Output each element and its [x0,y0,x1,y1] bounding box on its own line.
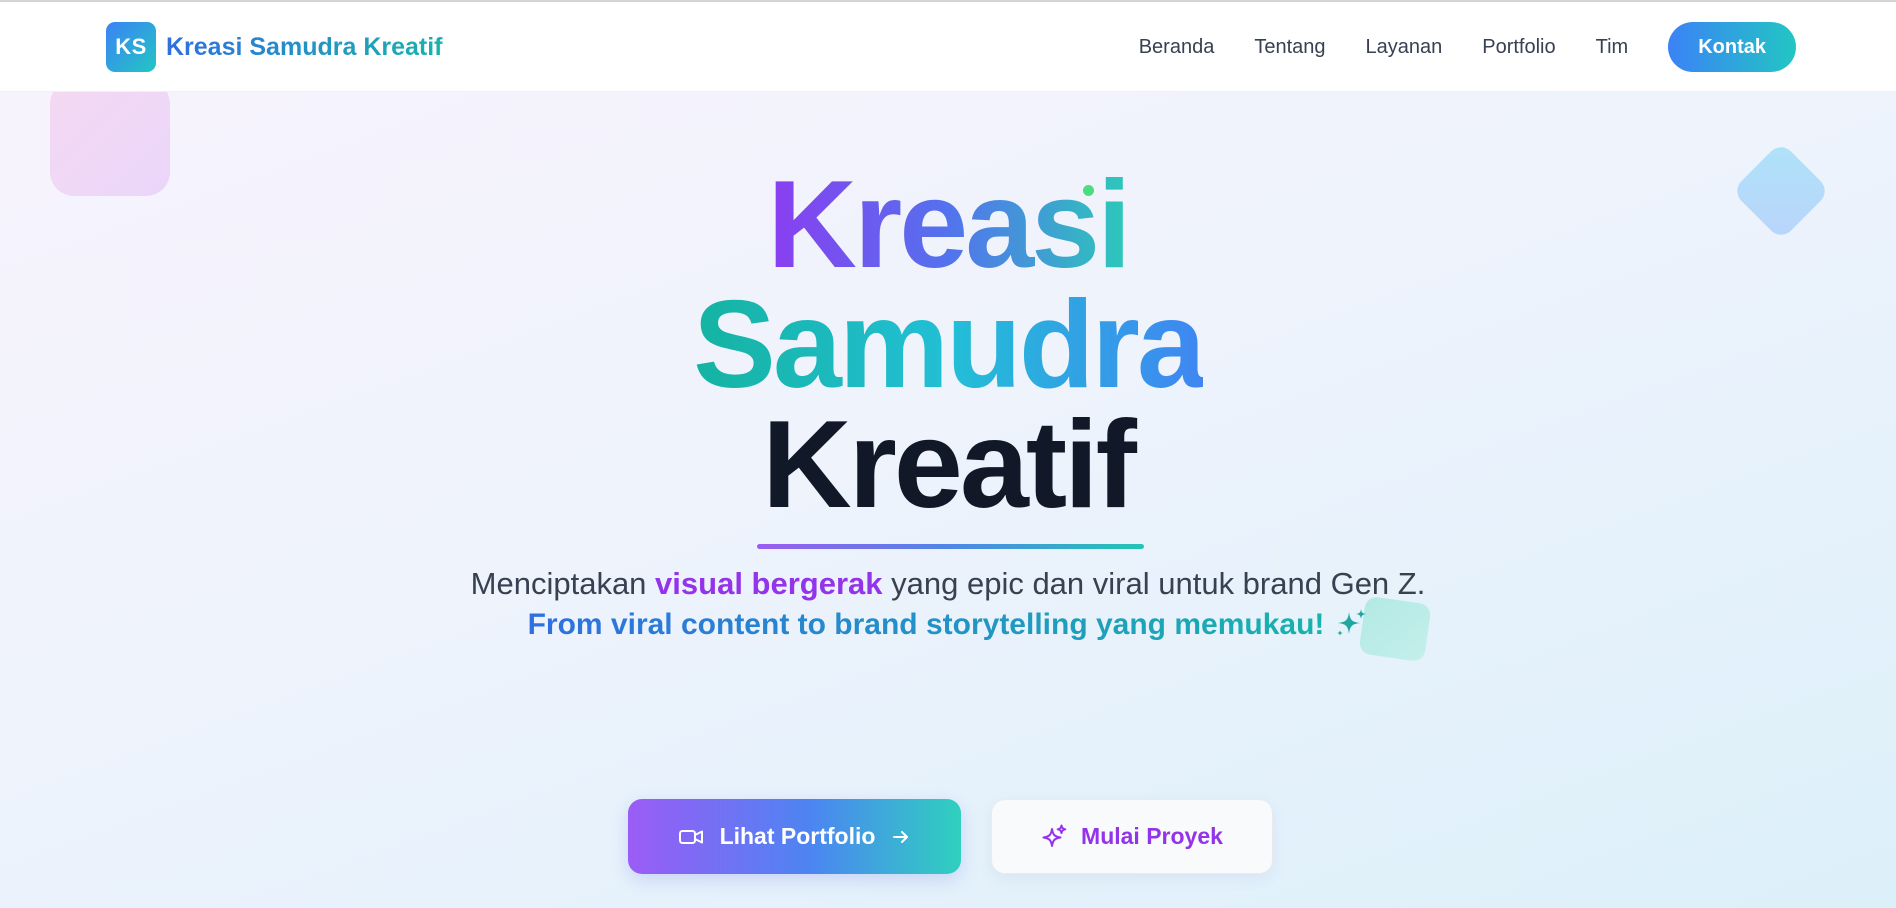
landing-page: KS Kreasi Samudra Kreatif Beranda Tentan… [0,0,1896,908]
contact-button[interactable]: Kontak [1668,22,1796,72]
brand-name: Kreasi Samudra Kreatif [166,32,443,61]
start-project-button[interactable]: Mulai Proyek [991,799,1273,874]
sparkles-icon [1337,609,1367,636]
sparkles-icon [1041,824,1067,850]
video-camera-icon [678,824,704,850]
title-underline [757,544,1144,549]
hero-title-line-2: Samudra [693,276,1206,414]
nav-link-tentang[interactable]: Tentang [1254,36,1325,59]
subtitle-highlight: visual bergerak [655,566,883,601]
main-nav: Beranda Tentang Layanan Portfolio Tim Ko… [1139,22,1796,72]
site-header: KS Kreasi Samudra Kreatif Beranda Tentan… [0,2,1896,92]
hero-tagline: From viral content to brand storytelling… [0,607,1896,642]
nav-link-tim[interactable]: Tim [1596,36,1629,59]
nav-link-portfolio[interactable]: Portfolio [1482,36,1555,59]
brand-logo[interactable]: KS Kreasi Samudra Kreatif [106,22,443,72]
hero-title: Kreasi Samudra Kreatif [0,156,1896,534]
nav-link-beranda[interactable]: Beranda [1139,36,1215,59]
hero-title-line-3: Kreatif [762,396,1137,534]
hero-title-line-1: Kreasi [767,156,1131,294]
hero-subtitle: Menciptakan visual bergerak yang epic da… [470,566,1426,601]
view-portfolio-label: Lihat Portfolio [719,823,876,849]
view-portfolio-button[interactable]: Lihat Portfolio [628,799,961,874]
nav-link-layanan[interactable]: Layanan [1366,36,1443,59]
logo-mark: KS [106,22,156,72]
start-project-label: Mulai Proyek [1081,823,1223,849]
arrow-right-icon [891,827,911,847]
